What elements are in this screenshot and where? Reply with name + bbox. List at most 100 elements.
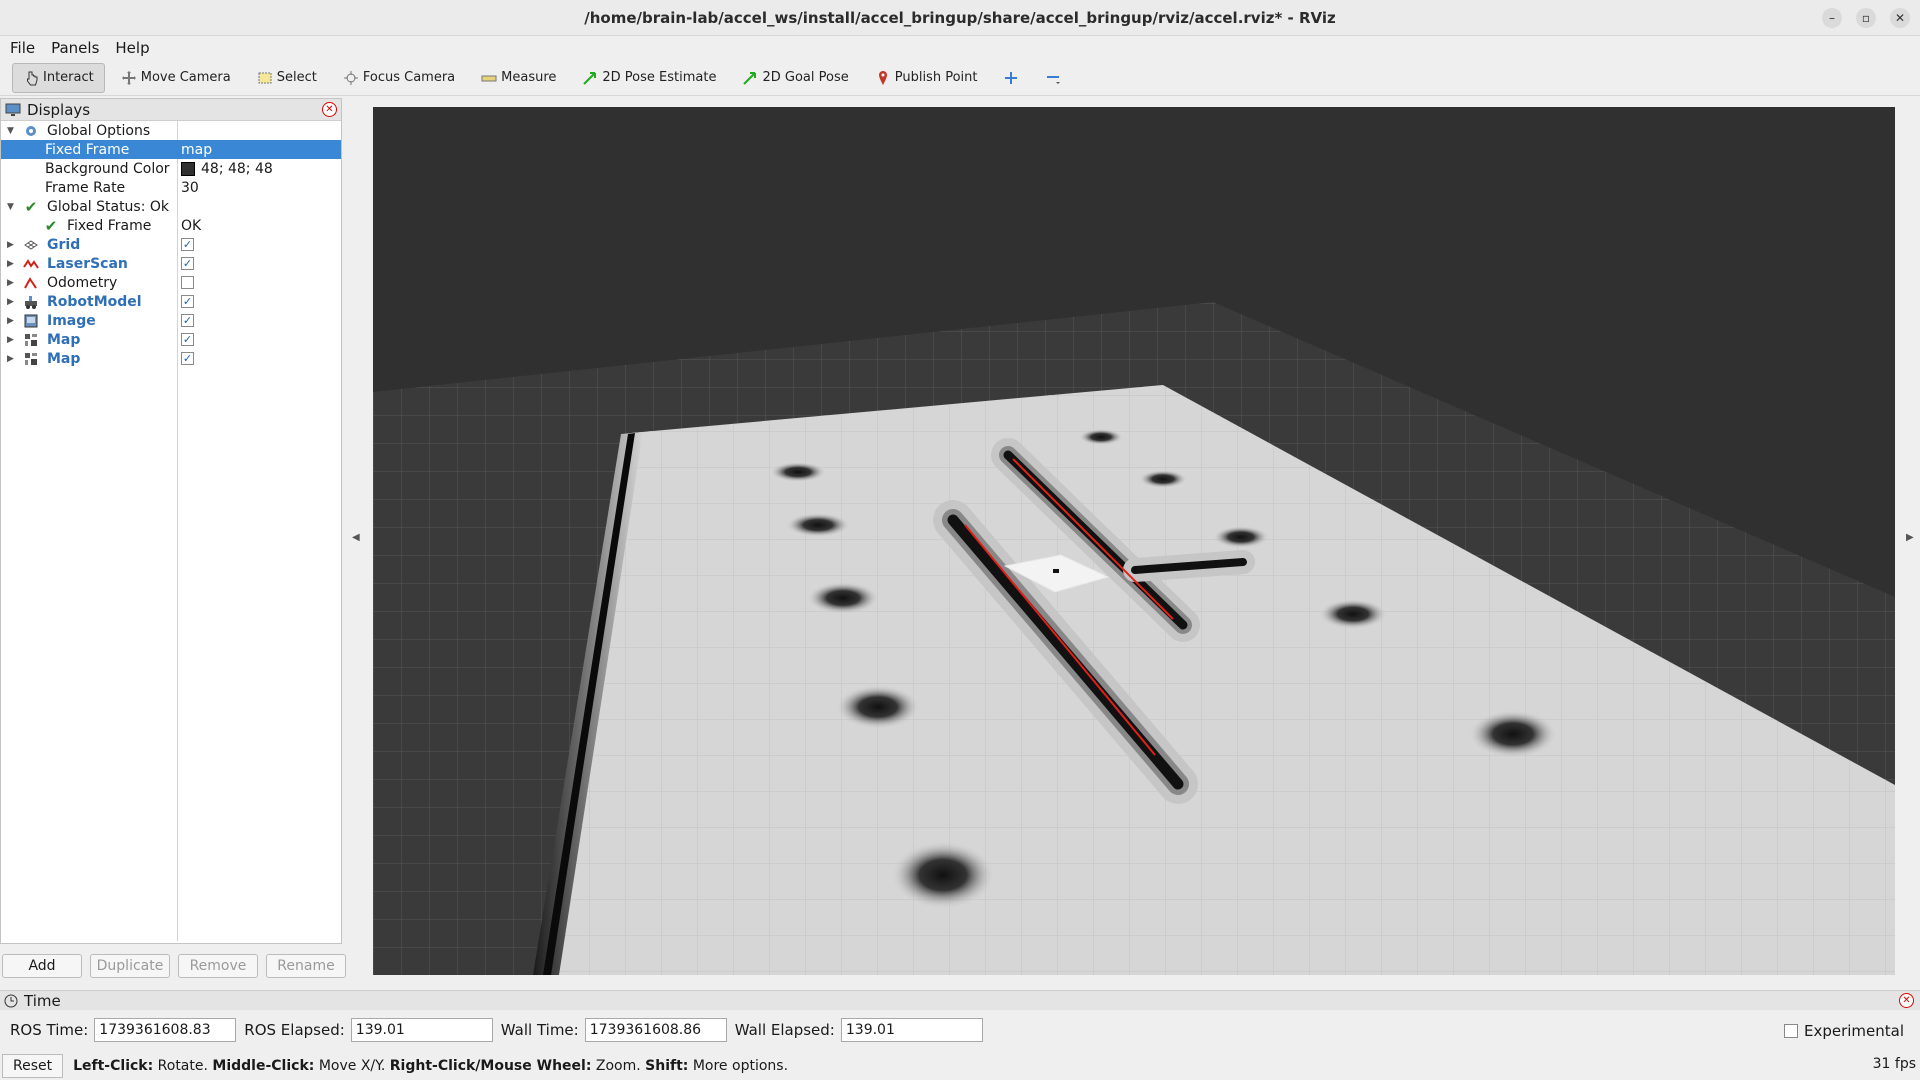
display-label: Odometry: [47, 274, 118, 291]
ros-time-field[interactable]: 1739361608.83: [94, 1018, 237, 1042]
scene-render[interactable]: [373, 107, 1895, 975]
remove-tool-button[interactable]: [1035, 63, 1071, 93]
collapse-left-arrow-icon[interactable]: ◀: [352, 532, 360, 543]
rename-button[interactable]: Rename: [266, 954, 346, 978]
collapsed-arrow-icon[interactable]: ▶: [7, 354, 14, 364]
menu-bar: File Panels Help: [0, 36, 1920, 60]
publish-point-label: Publish Point: [894, 70, 978, 85]
measure-tool-button[interactable]: Measure: [471, 63, 566, 93]
fixed-frame-value[interactable]: map: [181, 142, 212, 158]
tree-row-map[interactable]: ▶ Map ✓: [1, 330, 341, 349]
collapse-right-arrow-icon[interactable]: ▶: [1906, 532, 1914, 543]
enabled-checkbox[interactable]: ✓: [181, 238, 194, 251]
enabled-checkbox[interactable]: ✓: [181, 333, 194, 346]
pose-estimate-tool-button[interactable]: 2D Pose Estimate: [572, 63, 726, 93]
experimental-toggle[interactable]: Experimental: [1783, 1022, 1904, 1040]
map-pin-icon: [878, 70, 887, 85]
time-panel-title: Time: [24, 991, 61, 1010]
minus-dropdown-icon: [1047, 75, 1061, 84]
publish-point-tool-button[interactable]: Publish Point: [865, 63, 988, 93]
tree-row-background-color[interactable]: Background Color 48; 48; 48: [1, 159, 341, 178]
select-tool-button[interactable]: Select: [247, 63, 327, 93]
add-button[interactable]: Add: [2, 954, 82, 978]
focus-camera-icon: [343, 70, 358, 85]
maximize-icon[interactable]: ▫: [1856, 8, 1876, 28]
window-titlebar: /home/brain-lab/accel_ws/install/accel_b…: [0, 0, 1920, 36]
focus-camera-tool-button[interactable]: Focus Camera: [333, 63, 465, 93]
menu-panels[interactable]: Panels: [51, 39, 99, 57]
tree-row-image[interactable]: ▶ Image ✓: [1, 311, 341, 330]
hand-cursor-icon: [27, 71, 38, 85]
disabled-checkbox[interactable]: [181, 276, 194, 289]
clock-icon: [4, 994, 18, 1007]
hint-text: Zoom.: [595, 1058, 641, 1074]
mouse-hint: Left-Click: Rotate. Middle-Click: Move X…: [73, 1058, 788, 1074]
displays-title: Displays: [27, 100, 91, 119]
ros-elapsed-field[interactable]: 139.01: [350, 1018, 493, 1042]
goal-pose-tool-button[interactable]: 2D Goal Pose: [732, 63, 858, 93]
close-panel-icon[interactable]: ✕: [1899, 993, 1914, 1008]
background-color-value[interactable]: 48; 48; 48: [181, 161, 273, 177]
expanded-arrow-icon[interactable]: ▼: [7, 202, 14, 212]
wall-time-label: Wall Time:: [500, 1021, 579, 1039]
laserscan-icon: [23, 256, 39, 272]
enabled-checkbox[interactable]: ✓: [181, 295, 194, 308]
tree-row-robotmodel[interactable]: ▶ RobotModel ✓: [1, 292, 341, 311]
map-icon: [23, 332, 39, 348]
wall-time-field[interactable]: 1739361608.86: [584, 1018, 727, 1042]
minimize-icon[interactable]: –: [1822, 8, 1842, 28]
collapsed-arrow-icon[interactable]: ▶: [7, 240, 14, 250]
move-camera-tool-button[interactable]: Move Camera: [111, 63, 241, 93]
focus-camera-label: Focus Camera: [362, 70, 456, 85]
add-tool-button[interactable]: [993, 63, 1029, 93]
enabled-checkbox[interactable]: ✓: [181, 352, 194, 365]
gear-icon: [23, 123, 39, 139]
tree-row-global-status[interactable]: ▼ ✔ Global Status: Ok: [1, 197, 341, 216]
display-label: Image: [47, 312, 96, 329]
duplicate-button[interactable]: Duplicate: [90, 954, 170, 978]
hint-text: Rotate.: [157, 1058, 208, 1074]
hint-key: Shift:: [645, 1058, 689, 1074]
tree-row-status-fixed-frame[interactable]: ✔ Fixed Frame OK: [1, 216, 341, 235]
tree-row-odometry[interactable]: ▶ Odometry: [1, 273, 341, 292]
close-icon[interactable]: ✕: [1890, 8, 1910, 28]
hint-key: Left-Click:: [73, 1058, 154, 1074]
tree-row-grid[interactable]: ▶ Grid ✓: [1, 235, 341, 254]
window-title: /home/brain-lab/accel_ws/install/accel_b…: [584, 8, 1336, 27]
collapsed-arrow-icon[interactable]: ▶: [7, 316, 14, 326]
obstacle: [1319, 599, 1387, 629]
close-panel-icon[interactable]: ✕: [322, 102, 337, 117]
collapsed-arrow-icon[interactable]: ▶: [7, 259, 14, 269]
hint-text: Move X/Y.: [318, 1058, 386, 1074]
menu-help[interactable]: Help: [115, 39, 149, 57]
tree-row-laserscan[interactable]: ▶ LaserScan ✓: [1, 254, 341, 273]
reset-button[interactable]: Reset: [2, 1054, 64, 1078]
obstacle: [1079, 429, 1123, 445]
wall-elapsed-field[interactable]: 139.01: [840, 1018, 983, 1042]
enabled-checkbox[interactable]: ✓: [181, 257, 194, 270]
remove-button[interactable]: Remove: [178, 954, 258, 978]
tree-row-global-options[interactable]: ▼ Global Options: [1, 121, 341, 140]
enabled-checkbox[interactable]: ✓: [181, 314, 194, 327]
interact-tool-button[interactable]: Interact: [12, 62, 105, 93]
tree-row-map[interactable]: ▶ Map ✓: [1, 349, 341, 368]
tree-row-fixed-frame[interactable]: Fixed Frame map: [1, 140, 341, 159]
displays-buttons: Add Duplicate Remove Rename: [2, 954, 346, 978]
collapsed-arrow-icon[interactable]: ▶: [7, 297, 14, 307]
image-icon: [23, 313, 39, 329]
experimental-checkbox[interactable]: [1783, 1024, 1798, 1038]
hint-text: More options.: [692, 1058, 789, 1074]
expanded-arrow-icon[interactable]: ▼: [7, 126, 14, 136]
frame-rate-value[interactable]: 30: [181, 180, 199, 196]
occupancy-map-grid: [543, 385, 1895, 975]
render-viewport[interactable]: [373, 107, 1895, 975]
color-swatch: [181, 161, 195, 176]
tree-row-frame-rate[interactable]: Frame Rate 30: [1, 178, 341, 197]
collapsed-arrow-icon[interactable]: ▶: [7, 335, 14, 345]
experimental-label: Experimental: [1803, 1022, 1904, 1040]
menu-file[interactable]: File: [10, 39, 35, 57]
display-label: Map: [47, 350, 81, 367]
ruler-icon: [481, 75, 497, 81]
collapsed-arrow-icon[interactable]: ▶: [7, 278, 14, 288]
displays-header: Displays ✕: [1, 99, 341, 121]
